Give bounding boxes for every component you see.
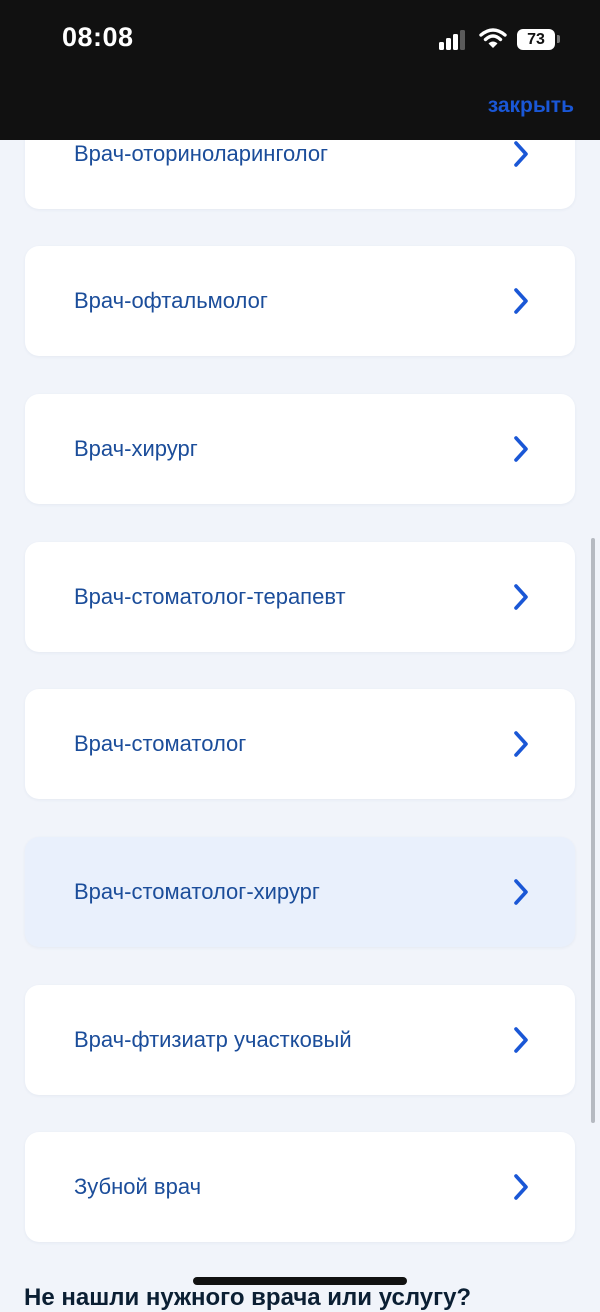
status-and-header-bar: 08:08 73 закрыть [0,0,600,140]
chevron-right-icon [514,141,528,167]
doctor-item-label: Зубной врач [74,1174,202,1199]
chevron-right-icon [514,879,528,905]
signal-icon [439,30,467,50]
doctor-item-label: Врач-стоматолог-хирург [74,879,320,904]
battery-tip [557,35,560,43]
doctor-item-dentist-therapist[interactable]: Врач-стоматолог-терапевт [25,542,575,652]
status-time: 08:08 [62,22,134,52]
doctor-item-tooth-doctor[interactable]: Зубной врач [25,1132,575,1242]
doctor-item-phthisiatrician[interactable]: Врач-фтизиатр участковый [25,985,575,1095]
chevron-right-icon [514,731,528,757]
chevron-right-icon [514,436,528,462]
doctor-item-label: Врач-фтизиатр участковый [74,1027,352,1052]
doctor-item-label: Врач-стоматолог-терапевт [74,584,346,609]
doctor-item-surgeon[interactable]: Врач-хирург [25,394,575,504]
wifi-icon [479,28,507,48]
chevron-right-icon [514,584,528,610]
chevron-right-icon [514,1027,528,1053]
close-button[interactable]: закрыть [488,94,574,118]
chevron-right-icon [514,1174,528,1200]
doctor-item-ophthalmologist[interactable]: Врач-офтальмолог [25,246,575,356]
scrollbar[interactable] [591,538,595,1123]
doctor-item-label: Врач-оториноларинголог [74,141,329,166]
doctor-item-dentist[interactable]: Врач-стоматолог [25,689,575,799]
not-found-prompt: Не нашли нужного врача или услугу? [24,1284,472,1311]
doctor-item-label: Врач-офтальмолог [74,288,268,313]
doctor-item-dental-surgeon[interactable]: Врач-стоматолог-хирург [25,837,575,947]
home-indicator [193,1277,407,1285]
battery-icon: 73 [517,29,555,50]
chevron-right-icon [514,288,528,314]
doctor-item-label: Врач-хирург [74,436,198,461]
doctor-item-label: Врач-стоматолог [74,731,247,756]
